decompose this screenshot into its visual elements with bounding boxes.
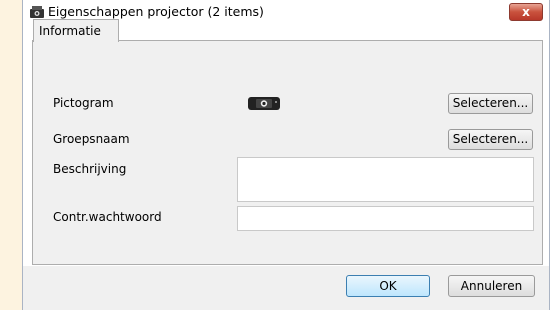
- ok-button[interactable]: OK: [346, 275, 430, 297]
- close-icon: x: [522, 5, 530, 19]
- description-field[interactable]: [237, 157, 534, 202]
- group-name-label: Groepsnaam: [53, 132, 130, 146]
- close-button[interactable]: x: [509, 3, 543, 21]
- tab-panel-informatie: Pictogram Selecteren... Groepsnaam Selec…: [32, 40, 543, 265]
- tab-informatie[interactable]: Informatie: [33, 19, 119, 42]
- dialog-footer: OK Annuleren: [23, 266, 549, 310]
- projector-icon: [247, 96, 281, 111]
- app-projector-icon: [29, 5, 45, 19]
- password-label: Contr.wachtwoord: [53, 210, 162, 224]
- projector-properties-dialog: Eigenschappen projector (2 items) x Pict…: [22, 0, 550, 310]
- select-pictogram-button[interactable]: Selecteren...: [448, 93, 533, 114]
- pictogram-label: Pictogram: [53, 96, 114, 110]
- window-title: Eigenschappen projector (2 items): [48, 4, 264, 19]
- description-label: Beschrijving: [53, 162, 127, 176]
- select-group-button[interactable]: Selecteren...: [448, 129, 533, 150]
- password-field[interactable]: [237, 206, 534, 231]
- cancel-button[interactable]: Annuleren: [448, 275, 535, 297]
